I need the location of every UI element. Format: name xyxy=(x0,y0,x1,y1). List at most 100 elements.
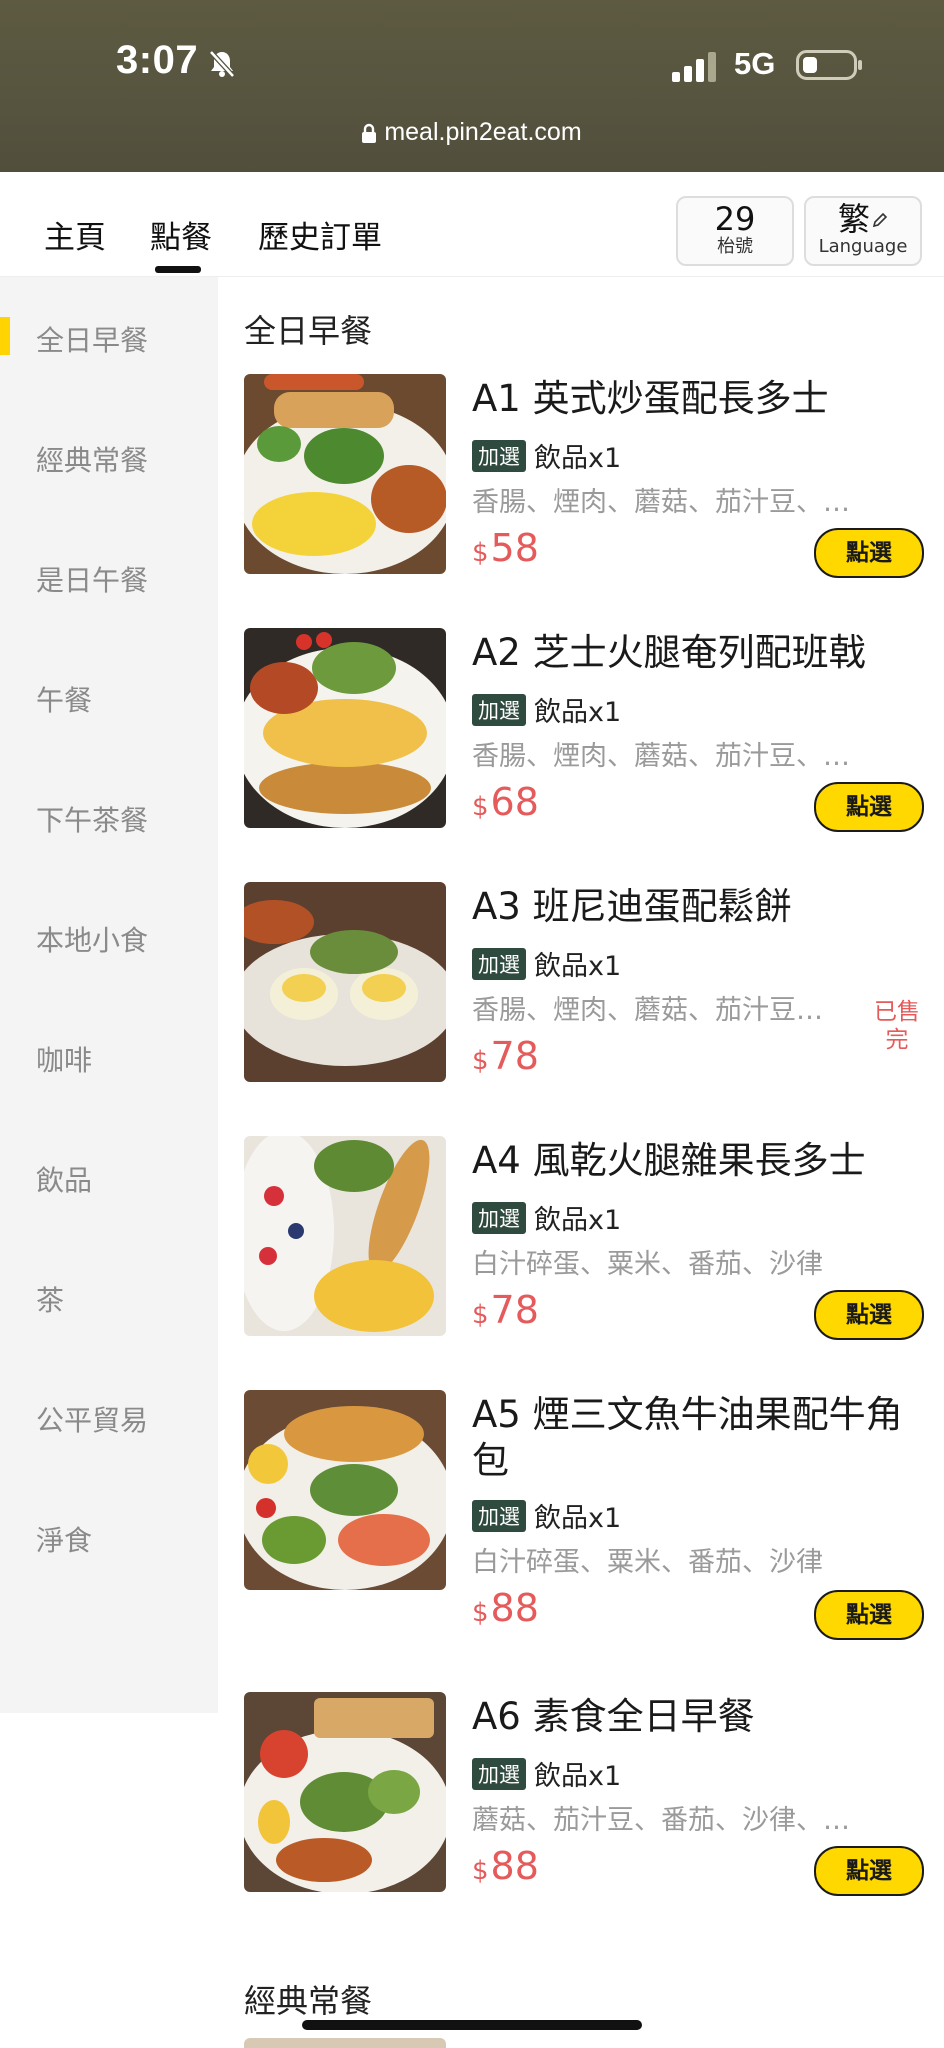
tab-order-history[interactable]: 歷史訂單 xyxy=(258,212,382,257)
select-button[interactable]: 點選 xyxy=(814,528,924,578)
food-photo xyxy=(244,2038,446,2048)
item-name: A6 素食全日早餐 xyxy=(472,1695,755,1738)
item-description: 蘑菇、茄汁豆、番茄、沙律、… xyxy=(472,1805,850,1836)
url-text: meal.pin2eat.com xyxy=(384,118,582,146)
currency-symbol: $ xyxy=(472,1046,489,1076)
menu-item[interactable]: A2 芝士火腿奄列配班戟 加選 飲品x1 香腸、煙肉、蘑菇、茄汁豆、… $68 點… xyxy=(244,628,924,832)
item-price: $68 xyxy=(472,780,539,824)
table-number-button[interactable]: 29 枱號 xyxy=(676,196,794,266)
item-description: 香腸、煙肉、蘑菇、茄汁豆、… xyxy=(472,487,850,518)
tab-home[interactable]: 主頁 xyxy=(44,212,106,257)
status-bar: 3:07 5G meal.pin2eat.com xyxy=(0,0,944,172)
select-button[interactable]: 點選 xyxy=(814,1846,924,1896)
home-indicator[interactable] xyxy=(302,2020,642,2030)
option-row: 加選 飲品x1 xyxy=(472,690,621,729)
item-description: 香腸、煙肉、蘑菇、茄汁豆、… xyxy=(472,741,850,772)
category-tea[interactable]: 茶 xyxy=(36,1279,64,1319)
language-button[interactable]: 繁 Language xyxy=(804,196,922,266)
pencil-icon xyxy=(872,212,888,232)
menu-item[interactable]: A1 英式炒蛋配長多士 加選 飲品x1 香腸、煙肉、蘑菇、茄汁豆、… $58 點選 xyxy=(244,374,924,578)
menu-item[interactable]: A6 素食全日早餐 加選 飲品x1 蘑菇、茄汁豆、番茄、沙律、… $88 點選 xyxy=(244,1692,924,1896)
select-button[interactable]: 點選 xyxy=(814,782,924,832)
section-title: 全日早餐 xyxy=(244,312,373,350)
lock-icon xyxy=(362,121,377,150)
food-photo xyxy=(244,1136,446,1336)
option-text: 飲品x1 xyxy=(534,1503,622,1534)
select-button[interactable]: 點選 xyxy=(814,1590,924,1640)
option-row: 加選 飲品x1 xyxy=(472,1198,621,1237)
category-fair-trade[interactable]: 公平貿易 xyxy=(36,1399,148,1439)
category-daily-lunch[interactable]: 是日午餐 xyxy=(36,559,148,599)
category-plain-food[interactable]: 淨食 xyxy=(36,1519,92,1559)
menu-item[interactable]: A3 班尼迪蛋配鬆餅 加選 飲品x1 香腸、煙肉、蘑菇、茄汁豆… 已售完 $78 xyxy=(244,882,924,1086)
tab-order[interactable]: 點餐 xyxy=(150,212,212,257)
section-title: 經典常餐 xyxy=(244,1982,373,2020)
food-photo xyxy=(244,1390,446,1590)
language-char: 繁 xyxy=(837,200,870,238)
item-description: 香腸、煙肉、蘑菇、茄汁豆… xyxy=(472,995,823,1026)
item-name: A4 風乾火腿雜果長多士 xyxy=(472,1139,866,1182)
table-number: 29 xyxy=(714,200,756,238)
item-name: A1 英式炒蛋配長多士 xyxy=(472,377,829,420)
option-text: 飲品x1 xyxy=(534,1761,622,1792)
network-type: 5G xyxy=(734,46,776,81)
option-row: 加選 飲品x1 xyxy=(472,944,621,983)
option-text: 飲品x1 xyxy=(534,1205,622,1236)
item-name: A5 煙三文魚牛油果配牛角包 xyxy=(472,1393,903,1482)
item-price: $78 xyxy=(472,1288,539,1332)
add-option-badge: 加選 xyxy=(472,440,526,472)
item-price: $88 xyxy=(472,1586,539,1630)
food-photo xyxy=(244,628,446,828)
price-value: 88 xyxy=(490,1586,539,1630)
category-classic-set[interactable]: 經典常餐 xyxy=(36,439,148,479)
active-tab-indicator xyxy=(155,266,201,273)
category-lunch[interactable]: 午餐 xyxy=(36,679,92,719)
price-value: 78 xyxy=(490,1034,539,1078)
category-coffee[interactable]: 咖啡 xyxy=(36,1039,92,1079)
sold-out-line1: 已售 xyxy=(874,999,920,1025)
item-price: $78 xyxy=(472,1034,539,1078)
url-bar[interactable]: meal.pin2eat.com xyxy=(0,118,944,150)
option-row: 加選 飲品x1 xyxy=(472,436,621,475)
signal-icon xyxy=(670,52,720,82)
price-value: 78 xyxy=(490,1288,539,1332)
currency-symbol: $ xyxy=(472,792,489,822)
item-name: A3 班尼迪蛋配鬆餅 xyxy=(472,885,792,928)
category-drinks[interactable]: 飲品 xyxy=(36,1159,92,1199)
menu-item[interactable]: A5 煙三文魚牛油果配牛角包 加選 飲品x1 白汁碎蛋、粟米、番茄、沙律 $88 … xyxy=(244,1390,924,1640)
price-value: 68 xyxy=(490,780,539,824)
item-price: $88 xyxy=(472,1844,539,1888)
food-photo xyxy=(244,1692,446,1892)
currency-symbol: $ xyxy=(472,1598,489,1628)
language-label: Language xyxy=(818,236,908,257)
bell-slash-icon xyxy=(206,48,238,80)
item-name: A2 芝士火腿奄列配班戟 xyxy=(472,631,866,674)
active-category-indicator xyxy=(0,317,10,355)
option-text: 飲品x1 xyxy=(534,697,622,728)
status-time: 3:07 xyxy=(116,38,199,82)
add-option-badge: 加選 xyxy=(472,1758,526,1790)
item-price: $58 xyxy=(472,526,539,570)
currency-symbol: $ xyxy=(472,538,489,568)
add-option-badge: 加選 xyxy=(472,1500,526,1532)
select-button[interactable]: 點選 xyxy=(814,1290,924,1340)
table-label: 枱號 xyxy=(717,236,753,257)
category-sidebar: 全日早餐 經典常餐 是日午餐 午餐 下午茶餐 本地小食 咖啡 飲品 茶 公平貿易… xyxy=(0,277,218,1713)
add-option-badge: 加選 xyxy=(472,694,526,726)
category-afternoon-tea[interactable]: 下午茶餐 xyxy=(36,799,148,839)
option-row: 加選 飲品x1 xyxy=(472,1496,621,1535)
item-description: 白汁碎蛋、粟米、番茄、沙律 xyxy=(472,1547,823,1578)
option-text: 飲品x1 xyxy=(534,443,622,474)
add-option-badge: 加選 xyxy=(472,1202,526,1234)
battery-icon xyxy=(796,48,864,82)
price-value: 58 xyxy=(490,526,539,570)
food-photo xyxy=(244,374,446,574)
top-nav: 主頁 點餐 歷史訂單 29 枱號 繁 Language xyxy=(0,172,944,277)
currency-symbol: $ xyxy=(472,1300,489,1330)
category-all-day-breakfast[interactable]: 全日早餐 xyxy=(36,319,148,359)
menu-item[interactable]: A4 風乾火腿雜果長多士 加選 飲品x1 白汁碎蛋、粟米、番茄、沙律 $78 點選 xyxy=(244,1136,924,1340)
price-value: 88 xyxy=(490,1844,539,1888)
sold-out-line2: 完 xyxy=(885,1027,909,1053)
option-text: 飲品x1 xyxy=(534,951,622,982)
category-local-snacks[interactable]: 本地小食 xyxy=(36,919,148,959)
